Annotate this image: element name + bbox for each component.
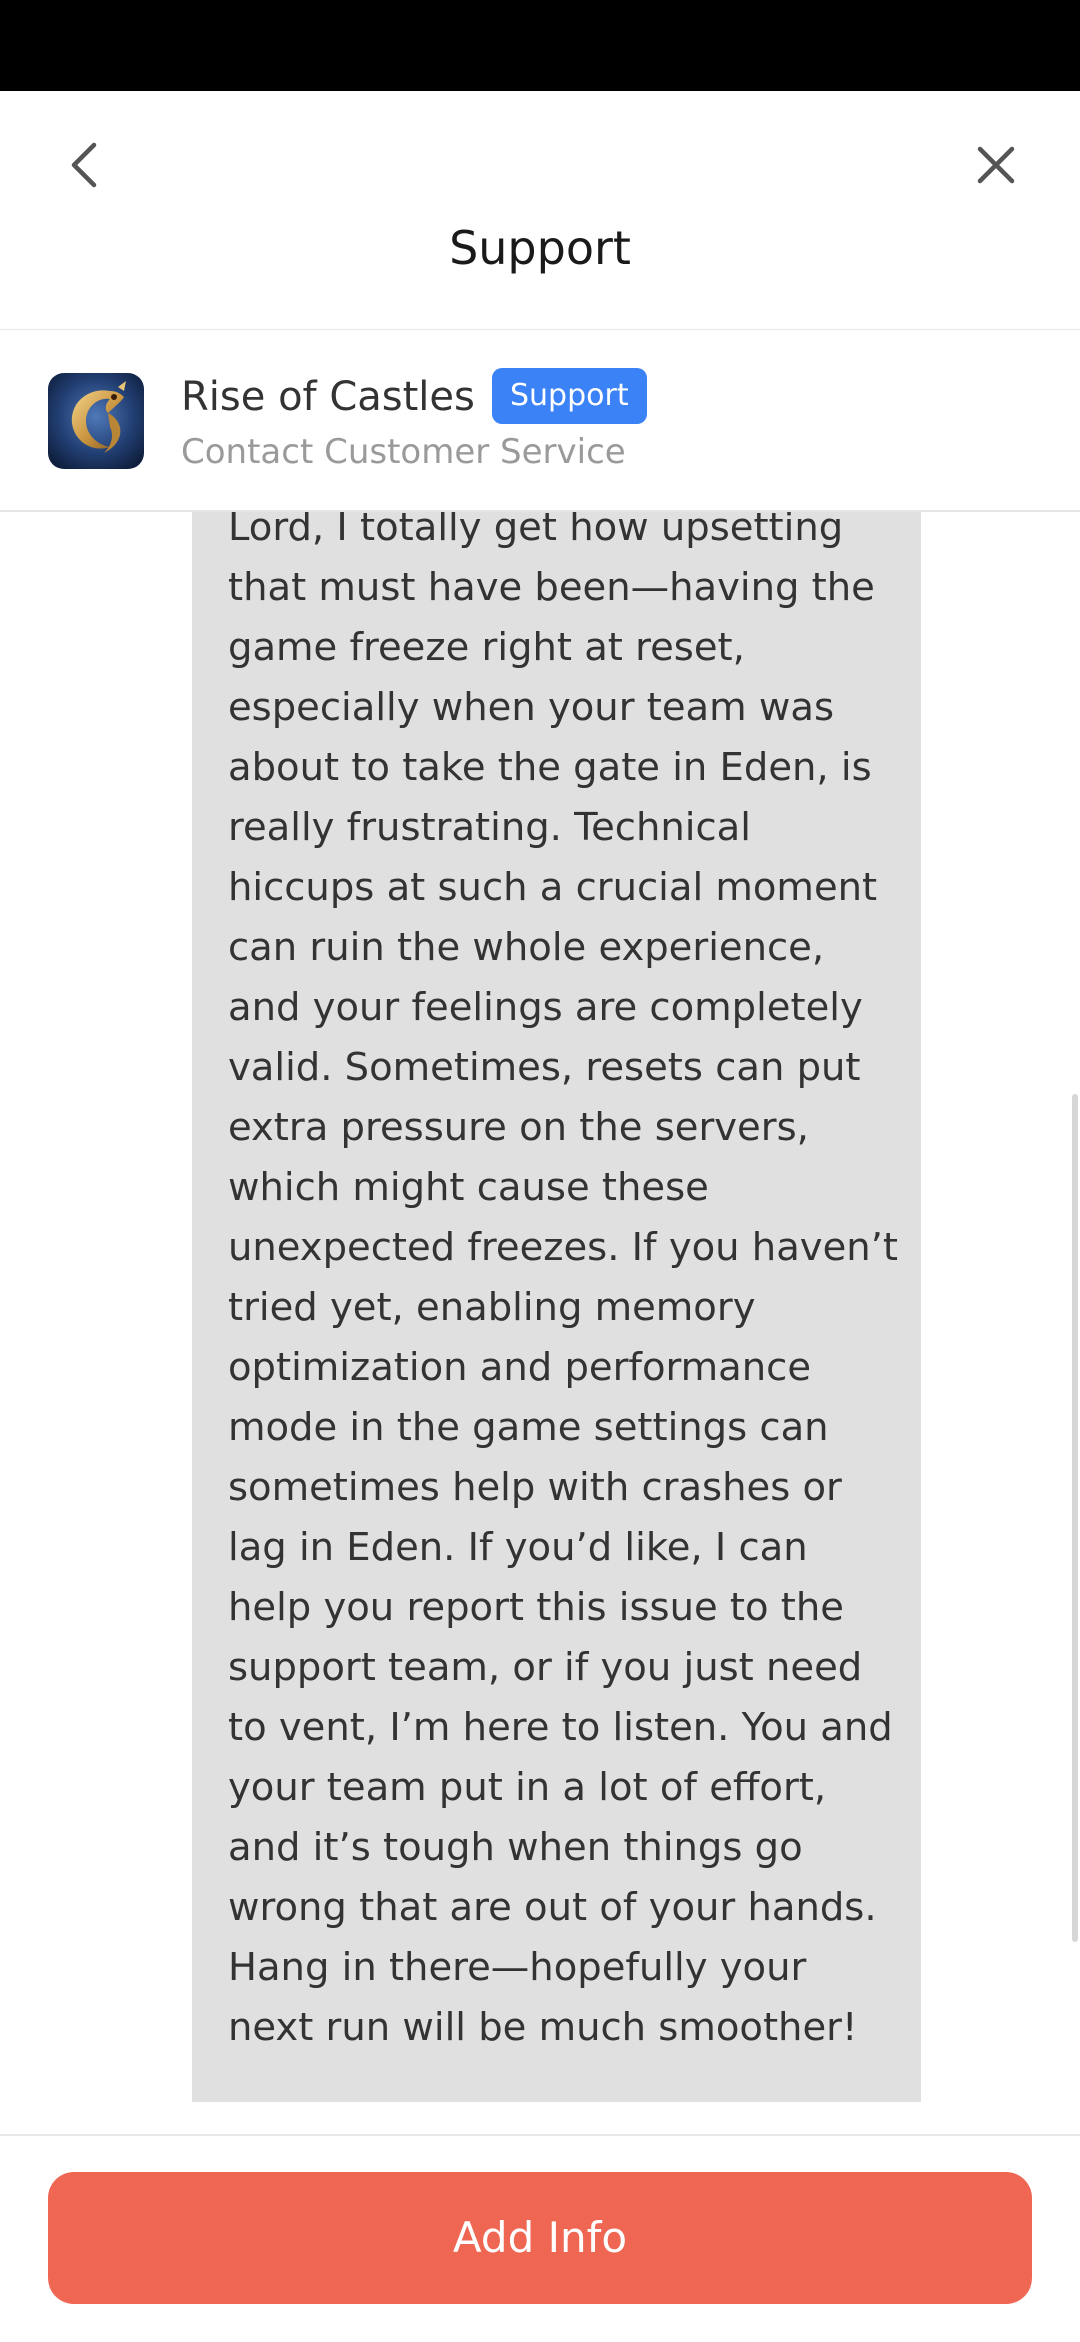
app-name: Rise of Castles [181,374,475,420]
scrollbar[interactable] [1072,1094,1078,1942]
nav-bar [0,91,1080,331]
message-text: Lord, I totally get how upsetting that m… [228,512,899,2050]
close-icon [977,146,1015,184]
contact-customer-service-subtitle: Contact Customer Service [181,432,626,472]
chat-area[interactable]: Lord, I totally get how upsetting that m… [0,512,1080,2102]
add-info-button[interactable]: Add Info [48,2172,1032,2304]
back-button[interactable] [52,133,116,197]
message-bubble: Lord, I totally get how upsetting that m… [192,512,921,2102]
support-badge: Support [492,368,647,424]
chevron-left-icon [71,142,97,188]
close-button[interactable] [964,133,1028,197]
page-title: Support [449,221,631,275]
app-header: Rise of Castles Support Contact Customer… [0,330,1080,512]
game-dragon-icon [48,373,144,469]
status-bar [0,0,1080,91]
bottom-bar: Add Info [0,2134,1080,2342]
